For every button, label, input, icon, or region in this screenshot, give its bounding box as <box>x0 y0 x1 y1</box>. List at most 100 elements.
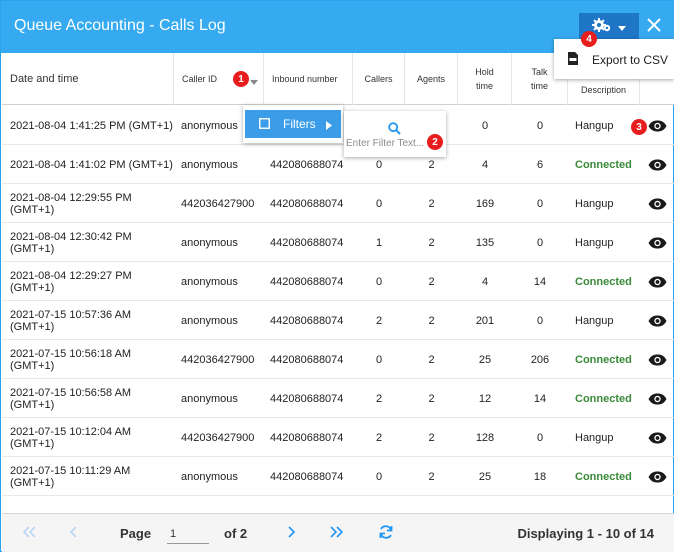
cell-caller: anonymous <box>181 236 238 249</box>
eye-icon[interactable] <box>640 340 674 379</box>
cell-caller: anonymous <box>181 392 238 405</box>
table-row[interactable]: 2021-08-04 1:41:02 PM (GMT+1) anonymous 44… <box>2 145 674 184</box>
last-page-button[interactable] <box>326 524 346 544</box>
cell-desc: Connected <box>575 158 632 171</box>
pagination-toolbar: Page of 2 Displaying 1 - 10 of 14 <box>2 513 674 552</box>
chevron-right-icon <box>286 525 296 543</box>
table-row[interactable]: 2021-07-15 10:11:29 AM (GMT+1) anonymous 4… <box>2 457 674 496</box>
eye-icon[interactable] <box>640 262 674 301</box>
cell-date: 2021-08-04 12:29:27 PM (GMT+1) <box>10 269 132 294</box>
cell-date: 2021-07-15 10:56:18 AM (GMT+1) <box>10 347 132 372</box>
caret-down-icon[interactable] <box>250 75 258 89</box>
table-row[interactable]: 2021-07-15 10:56:18 AM (GMT+1) 4420364279… <box>2 340 674 379</box>
cell-caller: anonymous <box>181 275 238 288</box>
cell-date: 2021-08-04 12:29:55 PM (GMT+1) <box>10 191 132 216</box>
page-number-input[interactable] <box>167 524 209 544</box>
eye-icon[interactable] <box>640 418 674 457</box>
table-row[interactable]: 2021-08-04 12:29:55 PM (GMT+1) 4420364279… <box>2 184 674 223</box>
next-page-button[interactable] <box>281 524 301 544</box>
cell-talk: 14 <box>533 392 547 405</box>
cell-desc: Hangup <box>575 314 614 327</box>
table-row[interactable]: 2021-08-04 12:30:42 PM (GMT+1) anonymous 4… <box>2 223 674 262</box>
cell-caller: 442036427900 <box>181 353 255 366</box>
refresh-button[interactable] <box>376 524 396 544</box>
cell-agents: 2 <box>428 353 435 366</box>
cell-callers: 2 <box>375 314 383 327</box>
calls-log-window: Queue Accounting - Calls Log Date and ti… <box>0 0 674 552</box>
filters-menu-item[interactable]: Filters <box>245 110 341 138</box>
export-menu: Export to CSV <box>554 39 674 79</box>
column-hold-time[interactable]: Hold time <box>458 53 512 105</box>
close-button[interactable] <box>641 13 667 41</box>
eye-icon[interactable] <box>640 301 674 340</box>
cell-talk: 0 <box>536 314 544 327</box>
arrow-right-icon <box>326 119 332 133</box>
refresh-icon <box>378 524 394 545</box>
cell-caller: anonymous <box>181 470 238 483</box>
cell-hold: 25 <box>478 353 492 366</box>
column-inbound-number[interactable]: Inbound number <box>264 53 353 105</box>
table-row[interactable]: 2021-07-15 10:57:36 AM (GMT+1) anonymous 4… <box>2 301 674 340</box>
cell-inbound: 442080688074 <box>270 353 344 366</box>
cell-talk: 14 <box>533 275 547 288</box>
eye-icon[interactable] <box>640 145 674 184</box>
cell-desc: Hangup <box>575 431 614 444</box>
cell-talk: 6 <box>536 158 544 171</box>
caret-down-icon <box>618 18 626 36</box>
cell-date: 2021-08-04 12:30:42 PM (GMT+1) <box>10 230 132 255</box>
step-badge-3: 3 <box>631 119 647 135</box>
eye-icon[interactable] <box>640 457 674 496</box>
cell-inbound: 442080688074 <box>270 392 344 405</box>
page-count-label: of 2 <box>224 526 248 541</box>
filter-text-input[interactable] <box>346 135 426 151</box>
cell-date: 2021-07-15 10:56:58 AM (GMT+1) <box>10 386 132 411</box>
cell-callers: 0 <box>375 275 383 288</box>
cell-desc: Connected <box>575 353 632 366</box>
cell-talk: 206 <box>530 353 550 366</box>
previous-page-button[interactable] <box>64 524 84 544</box>
cell-hold: 4 <box>481 158 489 171</box>
table-row[interactable]: 2021-07-15 10:56:58 AM (GMT+1) anonymous 4… <box>2 379 674 418</box>
double-chevron-left-icon <box>22 525 37 543</box>
step-badge-4: 4 <box>581 31 597 47</box>
column-caller-id[interactable]: Caller ID <box>174 53 264 105</box>
eye-icon[interactable] <box>640 379 674 418</box>
cell-callers: 1 <box>375 236 383 249</box>
cell-desc: Connected <box>575 470 632 483</box>
table-row[interactable]: 2021-08-04 12:29:27 PM (GMT+1) anonymous 4… <box>2 262 674 301</box>
cell-desc: Hangup <box>575 236 614 249</box>
cell-hold: 135 <box>475 236 495 249</box>
cell-hold: 128 <box>475 431 495 444</box>
cell-inbound: 442080688074 <box>270 158 344 171</box>
cell-agents: 2 <box>428 197 435 210</box>
cell-inbound: 442080688074 <box>270 470 344 483</box>
cell-hold: 0 <box>481 119 489 132</box>
close-icon <box>647 17 661 37</box>
cell-talk: 0 <box>536 197 544 210</box>
cell-inbound: 442080688074 <box>270 197 344 210</box>
csv-file-icon <box>568 52 578 70</box>
cell-desc: Connected <box>575 392 632 405</box>
cell-callers: 0 <box>375 470 383 483</box>
cell-agents: 2 <box>428 470 435 483</box>
cell-inbound: 442080688074 <box>270 236 344 249</box>
eye-icon[interactable] <box>640 184 674 223</box>
cell-agents: 2 <box>428 314 435 327</box>
eye-icon[interactable] <box>640 223 674 262</box>
cell-callers: 0 <box>375 197 383 210</box>
cell-talk: 0 <box>536 236 544 249</box>
cell-agents: 2 <box>428 431 435 444</box>
page-label: Page <box>120 526 152 541</box>
export-csv-menu-item[interactable]: Export to CSV <box>554 39 674 79</box>
first-page-button[interactable] <box>20 524 40 544</box>
chevron-left-icon <box>69 525 79 543</box>
cell-callers: 2 <box>375 431 383 444</box>
column-date-time[interactable]: Date and time <box>2 53 174 105</box>
table-row[interactable]: 2021-07-15 10:12:04 AM (GMT+1) 4420364279… <box>2 418 674 457</box>
paging-summary: Displaying 1 - 10 of 14 <box>517 526 654 541</box>
column-agents[interactable]: Agents <box>405 53 458 105</box>
cell-caller: anonymous <box>181 158 238 171</box>
cell-inbound: 442080688074 <box>270 314 344 327</box>
cell-date: 2021-07-15 10:11:29 AM (GMT+1) <box>10 464 131 489</box>
column-callers[interactable]: Callers <box>353 53 405 105</box>
